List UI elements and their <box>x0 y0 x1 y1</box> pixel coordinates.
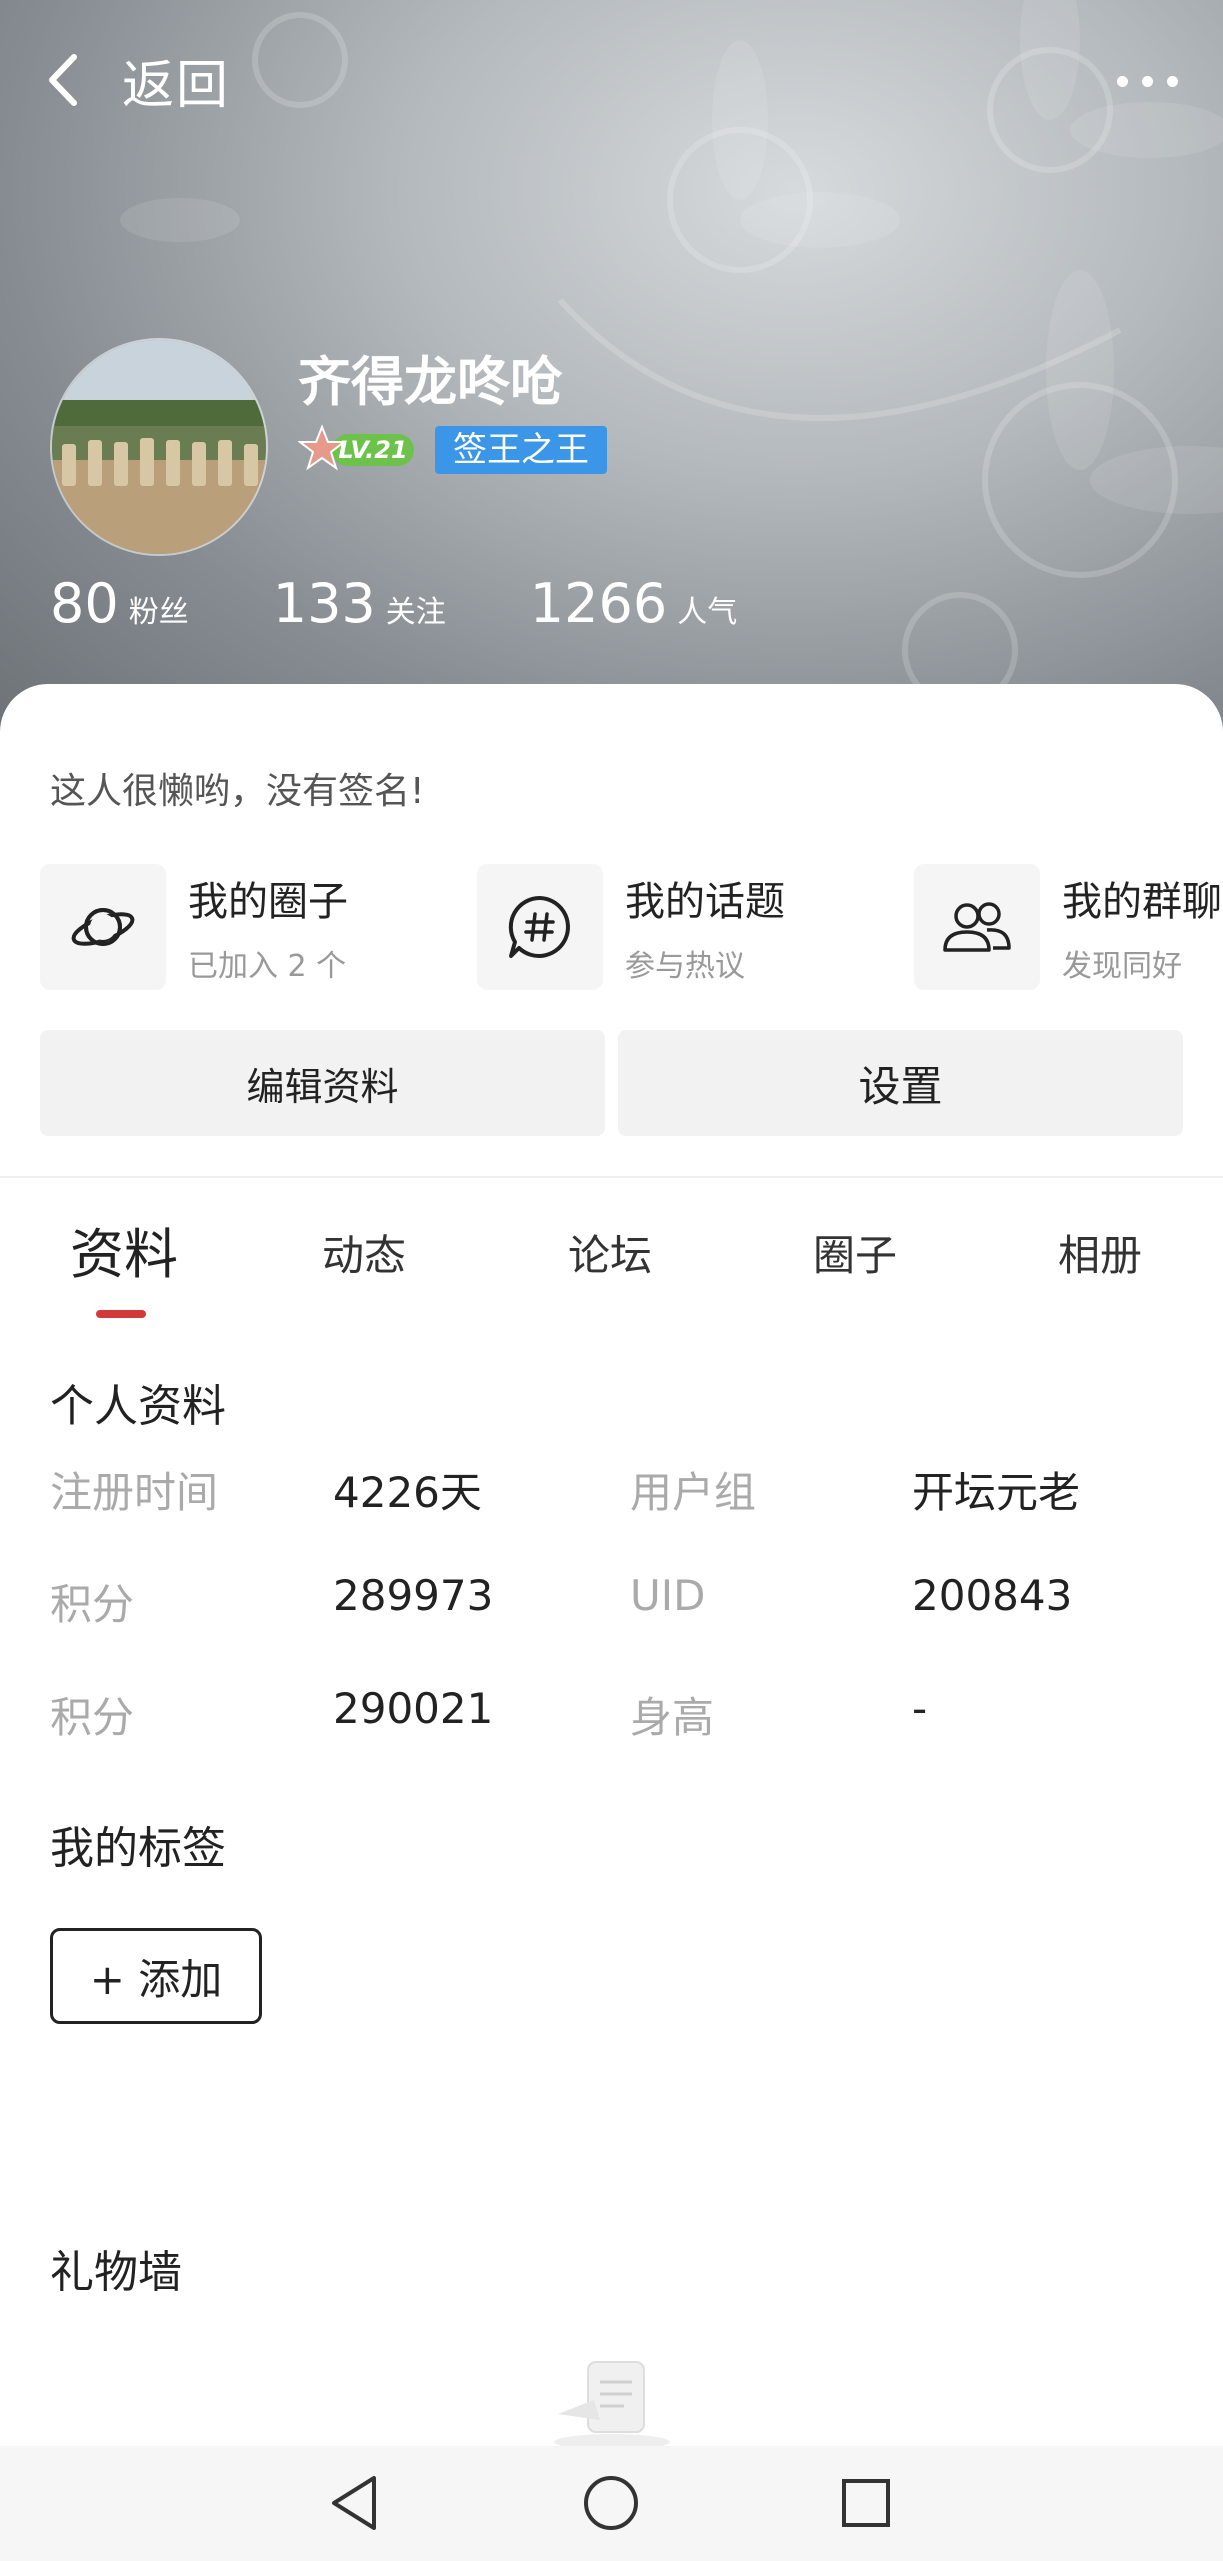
star-icon <box>298 424 346 471</box>
group-users-icon <box>914 864 1040 990</box>
chevron-left-icon <box>49 54 77 106</box>
info-key: 用户组 <box>630 1468 757 1517</box>
back-button[interactable]: 返回 <box>40 40 230 120</box>
stat-following[interactable]: 133 关注 <box>273 572 446 635</box>
shortcut-row: 我的圈子 已加入 2 个 我的话题 参与热议 我的群聊 发现同好 <box>40 864 1223 994</box>
nav-back-icon[interactable] <box>322 2468 392 2538</box>
my-tags-title: 我的标签 <box>50 1823 226 1874</box>
stat-label: 关注 <box>385 595 446 630</box>
top-bar: 返回 <box>0 0 1223 160</box>
shortcut-subtitle: 发现同好 <box>1062 949 1182 984</box>
info-row: 积分 289973 UID 200843 <box>50 1571 1200 1631</box>
settings-button[interactable]: 设置 <box>618 1030 1183 1136</box>
signature-text: 这人很懒哟，没有签名! <box>50 771 425 812</box>
shortcut-subtitle: 参与热议 <box>625 949 745 984</box>
avatar-photo <box>52 340 266 554</box>
info-key: 积分 <box>50 1580 135 1629</box>
level-badge: LV.21 <box>298 424 418 472</box>
tab-profile[interactable]: 资料 <box>70 1210 178 1289</box>
tab-forum[interactable]: 论坛 <box>568 1222 652 1283</box>
info-row: 积分 290021 身高 - <box>50 1684 1200 1744</box>
stat-fans[interactable]: 80 粉丝 <box>50 572 189 635</box>
tab-album[interactable]: 相册 <box>1058 1222 1142 1283</box>
more-dots-icon[interactable] <box>1113 60 1183 102</box>
info-value: 289973 <box>333 1571 494 1620</box>
stat-number: 1266 <box>529 572 668 635</box>
personal-info-title: 个人资料 <box>50 1381 226 1432</box>
info-key: 注册时间 <box>50 1468 219 1517</box>
shortcut-title: 我的群聊 <box>1062 879 1222 925</box>
shortcut-my-circles[interactable]: 我的圈子 已加入 2 个 <box>40 864 348 990</box>
info-row: 注册时间 4226天 用户组 开坛元老 <box>50 1459 1200 1519</box>
stat-label: 人气 <box>677 595 738 630</box>
active-tab-indicator <box>96 1310 146 1318</box>
info-key: UID <box>630 1571 706 1620</box>
shortcut-title: 我的圈子 <box>188 879 348 925</box>
nav-home-icon[interactable] <box>576 2468 646 2538</box>
info-value: 开坛元老 <box>912 1468 1081 1517</box>
profile-tabs: 资料 动态 论坛 圈子 相册 <box>0 1214 1223 1324</box>
action-buttons: 编辑资料 设置 <box>40 1030 1183 1136</box>
info-key: 身高 <box>630 1693 715 1742</box>
gift-wall-title: 礼物墙 <box>50 2247 182 2298</box>
info-key: 积分 <box>50 1693 135 1742</box>
avatar[interactable] <box>50 338 268 556</box>
stat-popularity: 1266 人气 <box>530 572 737 635</box>
back-label: 返回 <box>122 55 231 116</box>
shortcut-my-topics[interactable]: 我的话题 参与热议 <box>477 864 785 990</box>
stat-number: 80 <box>50 572 119 635</box>
profile-card: 这人很懒哟，没有签名! 我的圈子 已加入 2 个 我的话题 参与热议 我的群聊 … <box>0 684 1223 2561</box>
info-value: 290021 <box>333 1684 494 1733</box>
tab-activity[interactable]: 动态 <box>322 1222 406 1283</box>
profile-banner: 返回 齐得龙咚呛 LV.21 签王之王 80 粉丝 133 关注 1266 人气 <box>0 0 1223 760</box>
empty-gift-icon <box>554 2361 670 2450</box>
nav-recents-icon[interactable] <box>831 2468 901 2538</box>
edit-profile-button[interactable]: 编辑资料 <box>40 1030 605 1136</box>
title-badge: 签王之王 <box>435 426 607 474</box>
topic-hash-icon <box>477 864 603 990</box>
planet-icon <box>40 864 166 990</box>
shortcut-my-groups[interactable]: 我的群聊 发现同好 <box>914 864 1222 990</box>
system-nav-bar <box>0 2446 1223 2561</box>
username: 齐得龙咚呛 <box>298 352 563 413</box>
shortcut-subtitle: 已加入 2 个 <box>188 949 347 984</box>
add-tag-button[interactable]: + 添加 <box>50 1928 262 2024</box>
tab-circles[interactable]: 圈子 <box>813 1222 897 1283</box>
stat-label: 粉丝 <box>128 595 189 630</box>
info-value: - <box>912 1684 928 1733</box>
info-value: 4226天 <box>333 1468 482 1517</box>
profile-stats: 80 粉丝 133 关注 1266 人气 <box>50 572 821 635</box>
section-divider <box>0 1176 1223 1178</box>
shortcut-title: 我的话题 <box>625 879 785 925</box>
stat-number: 133 <box>272 572 376 635</box>
info-value: 200843 <box>912 1571 1073 1620</box>
